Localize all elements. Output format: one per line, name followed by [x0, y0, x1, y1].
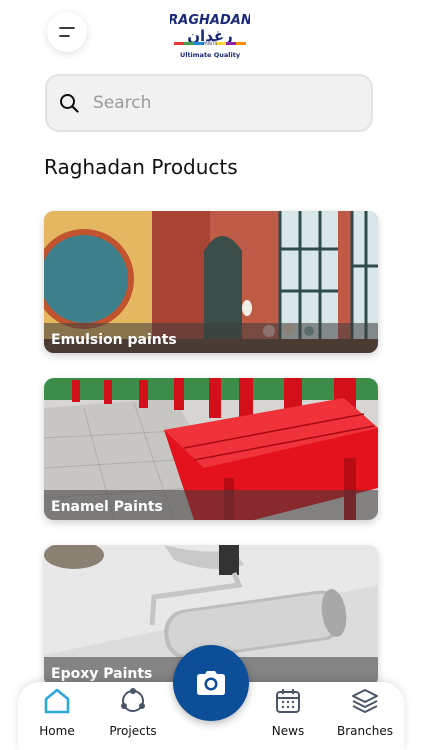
- nav-label-branches: Branches: [337, 724, 393, 738]
- product-label: Enamel Paints: [51, 499, 163, 515]
- menu-button[interactable]: [47, 12, 87, 52]
- nav-projects[interactable]: Projects: [98, 686, 168, 738]
- nav-news[interactable]: News: [253, 686, 323, 738]
- nav-label-projects: Projects: [109, 724, 157, 738]
- logo-paints: PAINTS: [203, 41, 218, 46]
- projects-icon: [121, 688, 145, 712]
- product-label: Epoxy Paints: [51, 666, 153, 682]
- search-icon: [60, 94, 79, 113]
- product-card-enamel[interactable]: Enamel Paints: [44, 378, 378, 520]
- search-input[interactable]: [91, 92, 335, 114]
- layers-icon: [352, 689, 378, 713]
- nav-home[interactable]: Home: [22, 686, 92, 738]
- product-label: Emulsion paints: [51, 332, 177, 348]
- camera-icon: [197, 671, 225, 695]
- brand-logo: RAGHADAN رغدان PAINTS Ultimate Quality: [168, 4, 252, 62]
- section-title: Raghadan Products: [44, 155, 238, 179]
- search-bar[interactable]: [45, 74, 373, 132]
- hamburger-icon: [59, 27, 75, 37]
- logo-title: RAGHADAN: [170, 13, 250, 28]
- nav-label-home: Home: [39, 724, 75, 738]
- home-icon: [44, 688, 70, 714]
- nav-branches[interactable]: Branches: [330, 686, 400, 738]
- nav-label-news: News: [271, 724, 305, 738]
- product-card-emulsion[interactable]: Emulsion paints: [44, 211, 378, 353]
- logo-tagline: Ultimate Quality: [179, 51, 241, 59]
- calendar-icon: [276, 689, 300, 713]
- camera-button[interactable]: [173, 645, 249, 721]
- app-screen: RAGHADAN رغدان PAINTS Ultimate Quality R…: [0, 0, 422, 750]
